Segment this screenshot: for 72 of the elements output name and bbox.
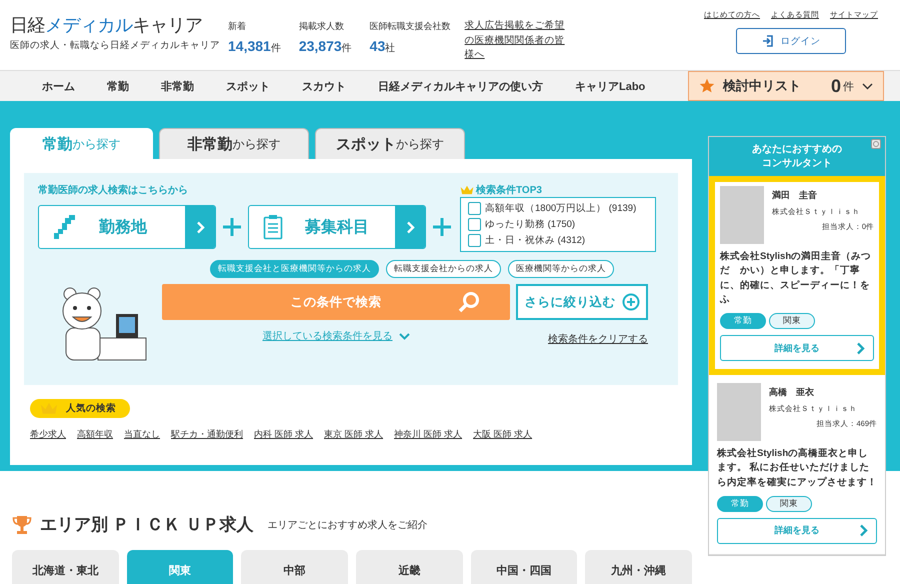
search-tab[interactable]: スポットから探す <box>315 128 465 159</box>
chevron-right-icon <box>196 220 204 234</box>
source-filter-chip[interactable]: 転職支援会社からの求人 <box>386 260 501 278</box>
chevron-down-icon <box>398 332 410 340</box>
nav-link[interactable]: 常勤 <box>91 78 145 94</box>
area-tab[interactable]: 近畿 <box>356 550 463 584</box>
checkbox-label: 高額年収（1800万円以上） (9139) <box>485 202 636 215</box>
popular-search-link[interactable]: 当直なし <box>124 428 160 441</box>
crown-icon <box>460 185 474 195</box>
stat-value: 23,873件 <box>298 38 352 55</box>
stat-label: 掲載求人数 <box>298 20 345 33</box>
search-tab[interactable]: 非常勤から探す <box>159 128 309 159</box>
section-subtitle: エリアごとにおすすめ求人をご紹介 <box>267 518 428 532</box>
sidebar-title: あなたにおすすめの コンサルタント <box>709 137 885 176</box>
chevron-right-icon <box>856 342 865 354</box>
consultant-name: 高橋 亜衣 <box>769 386 815 399</box>
login-button[interactable]: ログイン <box>736 28 846 54</box>
checkbox[interactable] <box>468 234 481 247</box>
photo-placeholder <box>717 383 761 441</box>
popular-search-link[interactable]: 内科 医師 求人 <box>254 428 314 441</box>
plus-circle-icon <box>622 293 640 311</box>
photo-placeholder <box>720 186 764 244</box>
popular-search-link[interactable]: 東京 医師 求人 <box>324 428 384 441</box>
consultant-tag[interactable]: 関東 <box>769 313 815 329</box>
login-icon <box>762 35 772 47</box>
checkbox-label: 土・日・祝休み (4312) <box>485 234 586 247</box>
consultant-tag[interactable]: 関東 <box>766 496 812 512</box>
watchlist-button[interactable]: 検討中リスト 0 件 <box>688 71 884 101</box>
popular-search-link[interactable]: 駅チカ・通勤便利 <box>171 428 243 441</box>
popular-search-link[interactable]: 神奈川 医師 求人 <box>394 428 462 441</box>
nav-link[interactable]: 非常勤 <box>145 78 210 94</box>
popular-search-link[interactable]: 大阪 医師 求人 <box>473 428 532 441</box>
area-tab[interactable]: 中国・四国 <box>470 550 578 584</box>
nav-link[interactable]: スポット <box>210 78 286 94</box>
nav-link[interactable]: スカウト <box>286 78 362 94</box>
tagline: 医師の求人・転職なら日経メディカルキャリア <box>10 39 221 52</box>
chevron-down-icon <box>862 82 873 90</box>
popular-search-link[interactable]: 希少求人 <box>30 428 66 441</box>
consultant-intro: 株式会社Stylishの満田圭音（みつだ かい）と申します。「丁寧に、的確に、スピーディーに！をふ <box>720 250 872 307</box>
stat-label: 新着 <box>228 20 247 33</box>
area-tab[interactable]: 九州・沖縄 <box>585 550 692 584</box>
consultant-intro: 株式会社Stylishの高橋亜衣と申します。 私にお任せいただけましたら内定率を確実にアップさせます！ <box>717 447 877 490</box>
info-icon[interactable] <box>871 139 881 149</box>
checkbox-label: ゆったり勤務 (1750) <box>485 218 576 231</box>
top3-title: 検索条件TOP3 <box>476 184 542 197</box>
plus-icon <box>432 217 452 237</box>
source-filter-chip[interactable]: 医療機関等からの求人 <box>508 260 614 278</box>
stat-value: 43社 <box>370 38 396 55</box>
trophy-icon <box>12 514 32 534</box>
checkbox[interactable] <box>468 202 481 215</box>
advertiser-link[interactable]: 求人広告掲載をご希望の医療機関関係者の皆様へ <box>464 19 573 64</box>
chevron-right-icon <box>406 220 414 234</box>
stat-value: 14,381件 <box>228 38 281 55</box>
stat-label: 医師転職支援会社数 <box>370 20 451 33</box>
popular-search-link[interactable]: 高額年収 <box>77 428 113 441</box>
checkbox[interactable] <box>468 218 481 231</box>
chevron-right-icon <box>859 524 868 538</box>
nav-link[interactable]: 日経メディカルキャリアの使い方 <box>362 78 559 94</box>
section-title: エリア別 ＰＩＣＫ ＵＰ求人 <box>40 514 254 536</box>
nav-link[interactable]: キャリアLabo <box>559 78 662 94</box>
site-logo[interactable]: 日経メディカルキャリア <box>10 14 202 36</box>
nav-link[interactable]: ホーム <box>26 78 91 94</box>
consultant-name: 満田 圭音 <box>772 189 818 202</box>
plus-icon <box>222 217 242 237</box>
search-icon <box>458 291 480 313</box>
clipboard-icon <box>263 214 283 240</box>
search-heading: 常勤医師の求人検索はこちらから <box>38 184 189 197</box>
clear-conditions-link[interactable]: 検索条件をクリアする <box>548 332 648 346</box>
popular-search-badge: 人気の検索 <box>30 399 130 418</box>
area-tab[interactable]: 北海道・東北 <box>12 550 119 584</box>
star-icon <box>699 78 715 94</box>
area-tab[interactable]: 中部 <box>241 550 348 584</box>
